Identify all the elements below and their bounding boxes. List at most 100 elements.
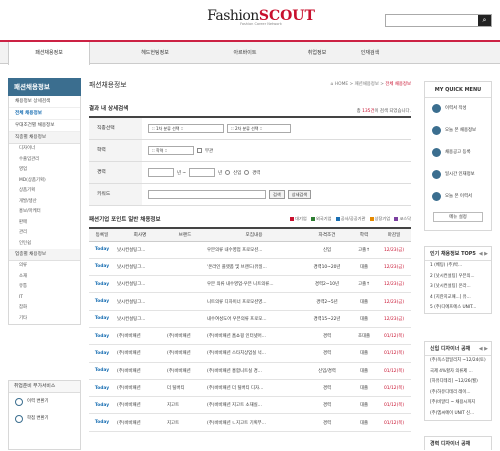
table-row[interactable]: Today 낫시컨설팅그... 내수여성도어 우븐의류 프로모... 경력15~22년… [89, 310, 411, 328]
breadcrumb-home[interactable]: HOME [335, 82, 348, 87]
quick-resume-write[interactable]: 이력서 작성 [425, 98, 491, 120]
row-company[interactable]: (주)바바패션 [115, 344, 165, 363]
breadcrumb-section[interactable]: 패션채용정보 [355, 82, 379, 87]
top5-item[interactable]: 4 [지란지교패...] 유... [425, 293, 491, 304]
resume-converter-link[interactable]: 이력 변환기 [9, 393, 80, 410]
row-content[interactable]: (주)바바패션 ㄴ지고트 기획부... [205, 413, 303, 432]
job-category1-select[interactable]: :: 1차 분류 선택 :: [148, 124, 224, 133]
table-row[interactable]: Today (주)바바패션 (주)바바패션 (주)바바패션 홈쇼핑 인터넷어... 경력… [89, 327, 411, 346]
education-select[interactable]: :: 학력 :: [148, 146, 194, 155]
lnb-sub-item[interactable]: 디자이너 [9, 144, 80, 155]
top5-item[interactable]: 5 (주)디에프에스 UNIT... [425, 303, 491, 314]
tab-headhunting[interactable]: 헤드헌팅정보 [115, 42, 195, 64]
row-content[interactable]: (주)바바패션 홈쇼핑 인터넷어... [205, 327, 303, 346]
job-category2-select[interactable]: :: 2차 분류 선택 :: [227, 124, 291, 133]
top5-item[interactable]: 2 [낫시컨설팅] 우븐의... [425, 272, 491, 283]
search-icon[interactable]: ⌕ [478, 15, 491, 26]
tab-part-time[interactable]: 아르바이트 [205, 42, 285, 64]
tab-fashion-jobs[interactable]: 패션채용정보 [8, 42, 90, 65]
top5-item[interactable]: 1 (베팅) (주)박... [425, 261, 491, 272]
table-row[interactable]: Today (주)바바패션 (주)바바패션 (주)바바패션 스타치상업실 넉... 경력… [89, 344, 411, 363]
row-content[interactable]: 니트의류 디자이너 프로모션영... [205, 292, 303, 311]
lnb-item-preferred[interactable]: 우대조건별 채용정보 [9, 120, 80, 132]
table-row[interactable]: Today (주)바바패션 더 틸버티 (주)바바패션 더 틸버티 디자... 경력 대졸… [89, 379, 411, 398]
row-content[interactable]: 내수여성도어 우븐의류 프로모... [205, 310, 303, 328]
designer-item[interactable]: (주)엠씨에이 UNIT 신... [425, 409, 491, 420]
row-company[interactable]: 낫시컨설팅그... [115, 310, 165, 328]
experience-max-input[interactable] [189, 168, 216, 177]
tab-talent-search[interactable]: 인재검색 [330, 42, 410, 64]
table-row[interactable]: Today (주)바바패션 지고트 (주)바바패션 ㄴ지고트 기획부... 경력 대졸 01… [89, 413, 411, 432]
lnb-sub-item[interactable]: IT [9, 293, 80, 304]
detail-search-button[interactable]: 상세검색 [287, 190, 312, 199]
lnb-item-all-jobs[interactable]: 전체 채용정보 [9, 108, 80, 120]
lnb-group-by-job[interactable]: 직종별 채용정보 [9, 132, 80, 144]
quick-talent-info[interactable]: 일시간 인재정보 [425, 164, 491, 186]
lnb-sub-item[interactable]: 의류 [9, 261, 80, 272]
lnb-sub-item[interactable]: 홍보/마케터 [9, 207, 80, 218]
site-logo[interactable]: FashionSCOUT Fashion Career Network [206, 8, 316, 32]
row-content[interactable]: (주)바바패션 더 틸버티 디자... [205, 379, 303, 398]
top5-nav-arrows[interactable]: ◀ ▶ [479, 247, 488, 261]
designer-item[interactable]: (주)옥스팜일리치 ~12/24(토) [425, 356, 491, 367]
table-row[interactable]: Today 낫시컨설팅그... 우븐 의류 내수영업-우븐 니트의류... 경력2~1… [89, 275, 411, 294]
row-content[interactable]: (주)바바패션 지고트 소재실... [205, 396, 303, 415]
search-button[interactable]: 검색 [269, 190, 285, 199]
lnb-sub-item[interactable]: 수출입관리 [9, 155, 80, 166]
row-company[interactable]: 낫시컨설팅그... [115, 292, 165, 311]
designer-item[interactable]: 국제 4%할자 의류제 ... [425, 367, 491, 378]
row-company[interactable]: (주)바바패션 [115, 396, 165, 415]
quick-viewed-jobs[interactable]: 오늘 본 채용정보 [425, 120, 491, 142]
table-row[interactable]: Today 낫시컨설팅그... '온라인 플랫폼 및 브랜드(유일... 경력10~2… [89, 258, 411, 277]
lnb-sub-item[interactable]: 개발/생산 [9, 197, 80, 208]
row-company[interactable]: 낫시컨설팅그... [115, 275, 165, 294]
designer-item[interactable]: [주)비알티 ~ 채용시까지 [425, 398, 491, 409]
quick-post-job[interactable]: 채용공고 등록 [425, 142, 491, 164]
row-company[interactable]: 낫시컨설팅그... [115, 241, 165, 259]
lnb-sub-item[interactable]: 관리 [9, 228, 80, 239]
row-content[interactable]: (주)바바패션 스타치상업실 넉... [205, 344, 303, 363]
lnb-sub-item[interactable]: MD(상품기획) [9, 176, 80, 187]
row-company[interactable]: (주)바바패션 [115, 379, 165, 398]
designer-item[interactable]: (주)하유디테리 레이... [425, 388, 491, 399]
newcomer-radio[interactable] [225, 170, 231, 175]
designer-nav-arrows[interactable]: ◀ ▶ [479, 342, 488, 356]
lnb-sub-item[interactable]: 인턴쉽 [9, 239, 80, 250]
table-row[interactable]: Today (주)바바패션 지고트 (주)바바패션 지고트 소재실... 경력 대졸 01/… [89, 396, 411, 415]
quick-label: 채용공고 등록 [445, 150, 471, 155]
table-row[interactable]: Today 낫시컨설팅그... 니트의류 디자이너 프로모션영... 경력2~5년 대졸… [89, 292, 411, 311]
gpa-converter-link[interactable]: 학점 변환기 [9, 410, 80, 427]
top5-title: 인기 채용정보 TOP5 ◀ ▶ [425, 247, 491, 261]
row-company[interactable]: (주)바바패션 [115, 362, 165, 380]
row-company[interactable]: (주)바바패션 [115, 327, 165, 346]
experienced-radio[interactable] [244, 170, 250, 175]
lnb-sub-item[interactable]: 기타 [9, 314, 80, 325]
lnb-sub-item[interactable]: 영업 [9, 165, 80, 176]
table-row[interactable]: Today (주)바바패션 (주)바바패션 (주)바바패션 홍합니트실 경... 신입/… [89, 362, 411, 380]
lnb-sub-item[interactable]: 유통 [9, 282, 80, 293]
row-content[interactable]: (주)바바패션 홍합니트실 경... [205, 362, 303, 380]
lnb-group-by-industry[interactable]: 업종별 채용정보 [9, 249, 80, 261]
menu-settings-button[interactable]: 메뉴 설정 [433, 212, 483, 222]
breadcrumb-current: 전체 채용정보 [385, 82, 411, 87]
lnb-sub-item[interactable]: 소재 [9, 272, 80, 283]
row-content[interactable]: 우븐 의류 내수영업-우븐 니트의류... [205, 275, 303, 294]
lnb-sub-item[interactable]: 판매 [9, 218, 80, 229]
designer-item[interactable]: [하유디테리] ~12/26(월) [425, 377, 491, 388]
row-content[interactable]: '온라인 플랫폼 및 브랜드(유일... [205, 258, 303, 277]
row-date: Today [89, 379, 115, 398]
quick-viewed-resumes[interactable]: 오늘 본 이력서 [425, 186, 491, 208]
top5-item[interactable]: 3 [낫시컨설팅] 온라... [425, 282, 491, 293]
row-content[interactable]: 우븐의류 내수영업 프로모션... [205, 241, 303, 259]
keyword-input[interactable] [148, 190, 266, 199]
search-input[interactable]: ⌕ [385, 14, 492, 27]
table-row[interactable]: Today 낫시컨설팅그... 우븐의류 내수영업 프로모션... 신입 고졸↑ 12/2… [89, 241, 411, 259]
row-education: 대졸 [351, 292, 377, 311]
experience-min-input[interactable] [148, 168, 174, 177]
lnb-sub-item[interactable]: 상품기획 [9, 186, 80, 197]
lnb-item-detail-search[interactable]: 채용정보 상세검색 [9, 96, 80, 108]
lnb-sub-item[interactable]: 잡화 [9, 303, 80, 314]
row-company[interactable]: 낫시컨설팅그... [115, 258, 165, 277]
education-any-checkbox[interactable] [197, 148, 202, 153]
row-company[interactable]: (주)바바패션 [115, 413, 165, 432]
